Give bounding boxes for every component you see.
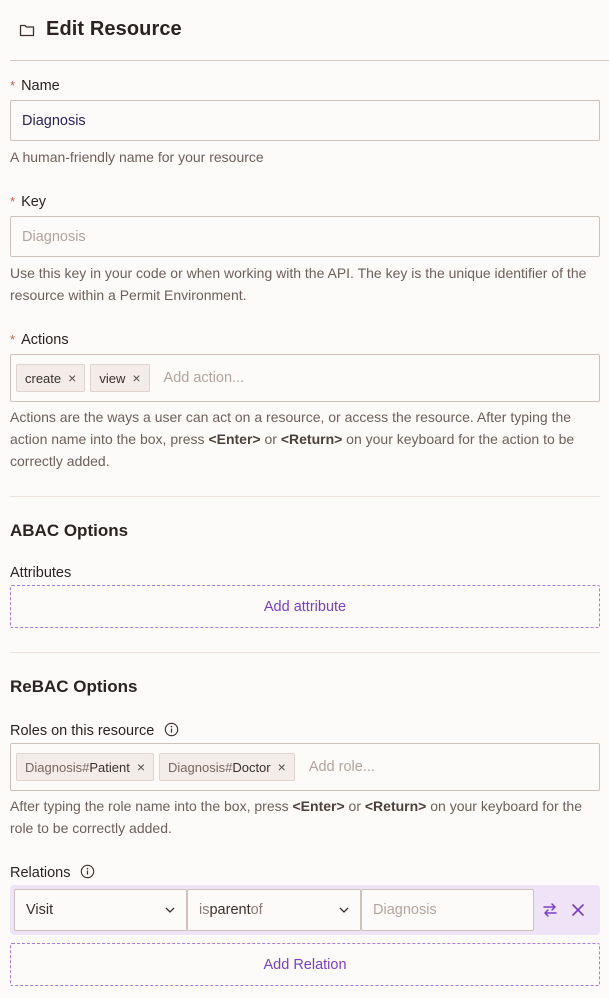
- roles-help-text: After typing the role name into the box,…: [10, 798, 582, 836]
- roles-label: Roles on this resource: [10, 722, 179, 739]
- name-input[interactable]: Diagnosis: [10, 100, 600, 141]
- chevron-down-icon: [339, 907, 349, 913]
- page-title: Edit Resource: [46, 18, 182, 40]
- roles-input-placeholder: Add role...: [308, 759, 375, 775]
- key-input[interactable]: Diagnosis: [10, 216, 600, 257]
- info-icon[interactable]: [164, 722, 179, 737]
- role-chip-patient: Diagnosis# Patient ×: [16, 753, 154, 781]
- required-mark: *: [10, 332, 16, 347]
- relation-subject-select[interactable]: Visit: [14, 889, 187, 931]
- required-mark: *: [10, 78, 16, 93]
- name-label: * Name: [10, 78, 60, 94]
- name-input-value: Diagnosis: [22, 112, 86, 129]
- folder-icon: [19, 24, 35, 37]
- actions-label: * Actions: [10, 332, 69, 348]
- remove-chip-icon[interactable]: ×: [137, 759, 145, 775]
- remove-chip-icon[interactable]: ×: [68, 370, 76, 386]
- action-chip-view: view ×: [90, 364, 150, 392]
- chevron-down-icon: [165, 907, 175, 913]
- abac-section-title: ABAC Options: [10, 521, 129, 540]
- relation-row: Visit is parent of Diagnosis: [10, 885, 600, 935]
- add-attribute-button[interactable]: Add attribute: [10, 585, 600, 628]
- actions-input[interactable]: create × view × Add action...: [10, 354, 600, 402]
- page-header: Edit Resource: [10, 0, 609, 61]
- key-label: * Key: [10, 194, 47, 210]
- info-icon[interactable]: [80, 864, 95, 879]
- relation-type-select[interactable]: is parent of: [187, 889, 361, 931]
- relation-object-field[interactable]: Diagnosis: [361, 889, 534, 931]
- roles-input[interactable]: Diagnosis# Patient × Diagnosis# Doctor × A…: [10, 743, 600, 791]
- required-mark: *: [10, 194, 16, 209]
- attributes-label: Attributes: [10, 565, 72, 581]
- key-input-placeholder: Diagnosis: [22, 228, 86, 245]
- remove-chip-icon[interactable]: ×: [278, 759, 286, 775]
- name-help-text: A human-friendly name for your resource: [10, 149, 264, 165]
- section-divider: [10, 652, 600, 653]
- rebac-section-title: ReBAC Options: [10, 677, 138, 696]
- role-chip-doctor: Diagnosis# Doctor ×: [159, 753, 295, 781]
- section-divider: [10, 496, 600, 497]
- remove-chip-icon[interactable]: ×: [132, 370, 140, 386]
- actions-input-placeholder: Add action...: [163, 370, 245, 386]
- swap-icon[interactable]: [542, 902, 558, 918]
- close-icon[interactable]: [570, 902, 586, 918]
- actions-help-text: Actions are the ways a user can act on a…: [10, 409, 575, 469]
- key-help-text: Use this key in your code or when workin…: [10, 265, 587, 303]
- relations-label: Relations: [10, 864, 95, 881]
- add-relation-button[interactable]: Add Relation: [10, 943, 600, 986]
- action-chip-create: create ×: [16, 364, 86, 392]
